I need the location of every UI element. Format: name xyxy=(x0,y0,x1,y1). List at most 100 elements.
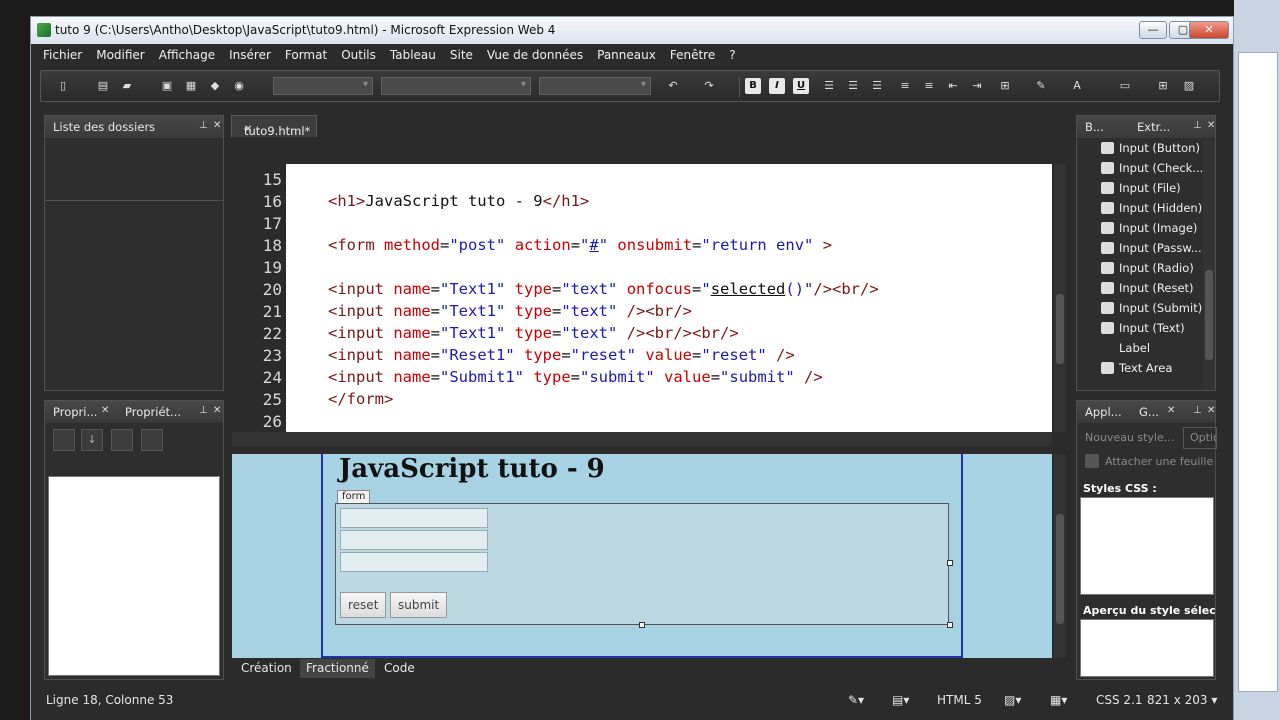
code-scrollbar[interactable] xyxy=(1054,164,1066,432)
close-icon[interactable]: ✕ xyxy=(213,405,221,416)
menu-panneaux[interactable]: Panneaux xyxy=(597,48,656,62)
menu-fichier[interactable]: Fichier xyxy=(43,48,82,62)
open-site-icon[interactable]: ▤ xyxy=(95,78,111,94)
design-text-input[interactable] xyxy=(340,508,488,528)
menu-vue-de-donnees[interactable]: Vue de données xyxy=(487,48,583,62)
numbered-list-icon[interactable]: ≡ xyxy=(897,78,913,94)
toolbox-item-input-image[interactable]: Input (Image) xyxy=(1101,221,1197,235)
block-selection-icon[interactable]: ▤▾ xyxy=(892,693,909,707)
open-folder-icon[interactable]: ▰ xyxy=(119,78,135,94)
pin-icon[interactable]: ⊥ xyxy=(199,120,208,131)
menu-affichage[interactable]: Affichage xyxy=(159,48,215,62)
font-size-combo[interactable] xyxy=(539,77,651,95)
design-text-input[interactable] xyxy=(340,530,488,550)
layout-icon[interactable]: ▭ xyxy=(1117,78,1133,94)
code-hscrollbar[interactable] xyxy=(232,432,1052,446)
design-submit-button[interactable]: submit xyxy=(390,592,448,618)
image-icon[interactable]: ▨ xyxy=(1181,78,1197,94)
align-center-icon[interactable]: ☰ xyxy=(845,78,861,94)
menu-outils[interactable]: Outils xyxy=(341,48,376,62)
pin-icon[interactable]: ⊥ xyxy=(1193,405,1202,416)
toolbox-item-textarea[interactable]: Text Area xyxy=(1101,361,1172,375)
decrease-indent-icon[interactable]: ⇤ xyxy=(945,78,961,94)
close-icon[interactable]: ✕ xyxy=(1207,405,1215,416)
events-icon[interactable] xyxy=(141,429,163,451)
menu-tableau[interactable]: Tableau xyxy=(390,48,436,62)
tab-tuto9[interactable]: tuto9.html* ✕ xyxy=(231,115,317,138)
toolbox-item-label[interactable]: Label xyxy=(1101,341,1150,355)
resize-handle[interactable] xyxy=(947,622,953,628)
options-button[interactable]: Optio xyxy=(1183,427,1217,449)
toolbox-item-input-text[interactable]: Input (Text) xyxy=(1101,321,1185,335)
menu-site[interactable]: Site xyxy=(450,48,473,62)
table-icon[interactable]: ⊞ xyxy=(1155,78,1171,94)
categorize-icon[interactable] xyxy=(53,429,75,451)
pin-icon[interactable]: ⊥ xyxy=(199,405,208,416)
italic-button[interactable]: I xyxy=(769,78,785,94)
design-reset-button[interactable]: reset xyxy=(340,592,387,618)
borders-icon[interactable]: ⊞ xyxy=(997,78,1013,94)
page-size[interactable]: 821 x 203 ▾ xyxy=(1147,693,1217,707)
menu-fenetre[interactable]: Fenêtre xyxy=(670,48,715,62)
close-icon[interactable]: ✕ xyxy=(244,124,252,135)
resize-handle[interactable] xyxy=(947,560,953,566)
schema-icon[interactable]: ▨▾ xyxy=(1004,693,1021,707)
code-editor[interactable]: <h1>JavaScript tuto - 9</h1> <form metho… xyxy=(286,164,1052,432)
doctype-indicator[interactable]: HTML 5 xyxy=(937,693,982,707)
resize-handle[interactable] xyxy=(639,622,645,628)
toolbox-item-input-reset[interactable]: Input (Reset) xyxy=(1101,281,1194,295)
align-left-icon[interactable]: ☰ xyxy=(821,78,837,94)
design-view[interactable]: JavaScript tuto - 9 form reset submit xyxy=(232,454,1052,658)
save-icon[interactable]: ▣ xyxy=(159,78,175,94)
new-style-link[interactable]: Nouveau style... xyxy=(1085,431,1174,444)
toolbox-item-input-hidden[interactable]: Input (Hidden) xyxy=(1101,201,1202,215)
css-version[interactable]: CSS 2.1 xyxy=(1096,693,1143,707)
close-icon[interactable]: ✕ xyxy=(1167,405,1175,416)
design-scrollbar[interactable] xyxy=(1054,454,1066,658)
tab-toolbox[interactable]: B... xyxy=(1085,120,1104,134)
visual-aids-icon[interactable]: ✎▾ xyxy=(848,693,864,707)
sort-icon[interactable]: ↓ xyxy=(81,429,103,451)
tab-fractionne[interactable]: Fractionné xyxy=(300,659,375,678)
list-icon[interactable] xyxy=(111,429,133,451)
preview-icon[interactable]: ◉ xyxy=(231,78,247,94)
tab-properties-2[interactable]: Propriét... xyxy=(125,405,181,419)
close-icon[interactable]: ✕ xyxy=(213,120,221,131)
bullet-list-icon[interactable]: ≡ xyxy=(921,78,937,94)
tab-creation[interactable]: Création xyxy=(241,661,292,675)
undo-icon[interactable]: ↶ xyxy=(665,78,681,94)
scroll-thumb[interactable] xyxy=(1056,514,1064,624)
redo-icon[interactable]: ↷ xyxy=(701,78,717,94)
underline-button[interactable]: U xyxy=(793,78,809,94)
close-button[interactable]: ✕ xyxy=(1189,21,1229,39)
increase-indent-icon[interactable]: ⇥ xyxy=(969,78,985,94)
new-file-icon[interactable]: ▯ xyxy=(55,78,71,94)
tab-apply-styles[interactable]: Appl... xyxy=(1085,405,1122,419)
scroll-thumb[interactable] xyxy=(1205,270,1213,360)
highlight-icon[interactable]: ✎ xyxy=(1033,78,1049,94)
toolbox-scrollbar[interactable] xyxy=(1203,140,1215,390)
tab-properties-1[interactable]: Propri... xyxy=(53,405,97,419)
font-combo[interactable] xyxy=(381,77,531,95)
css-icon[interactable]: ▦▾ xyxy=(1050,693,1067,707)
menu-modifier[interactable]: Modifier xyxy=(96,48,145,62)
tab-extras[interactable]: Extr... xyxy=(1137,120,1170,134)
font-color-icon[interactable]: A xyxy=(1069,78,1085,94)
menu-inserer[interactable]: Insérer xyxy=(229,48,271,62)
toolbox-item-input-checkbox[interactable]: Input (Check... xyxy=(1101,161,1203,175)
scroll-thumb[interactable] xyxy=(1056,294,1064,364)
menu-format[interactable]: Format xyxy=(285,48,327,62)
css-styles-list[interactable] xyxy=(1080,497,1214,595)
design-text-input[interactable] xyxy=(340,552,488,572)
toolbox-item-input-button[interactable]: Input (Button) xyxy=(1101,141,1200,155)
menu-help[interactable]: ? xyxy=(729,48,735,62)
pin-icon[interactable]: ⊥ xyxy=(1193,120,1202,131)
attach-stylesheet-link[interactable]: Attacher une feuille de xyxy=(1105,455,1215,468)
close-icon[interactable]: ✕ xyxy=(101,405,109,416)
save-all-icon[interactable]: ▦ xyxy=(183,78,199,94)
sharepoint-icon[interactable]: ◆ xyxy=(207,78,223,94)
toolbox-item-input-password[interactable]: Input (Passw... xyxy=(1101,241,1202,255)
tab-manage-styles[interactable]: G... xyxy=(1139,405,1159,419)
minimize-button[interactable]: — xyxy=(1139,21,1167,39)
toolbox-item-input-radio[interactable]: Input (Radio) xyxy=(1101,261,1194,275)
